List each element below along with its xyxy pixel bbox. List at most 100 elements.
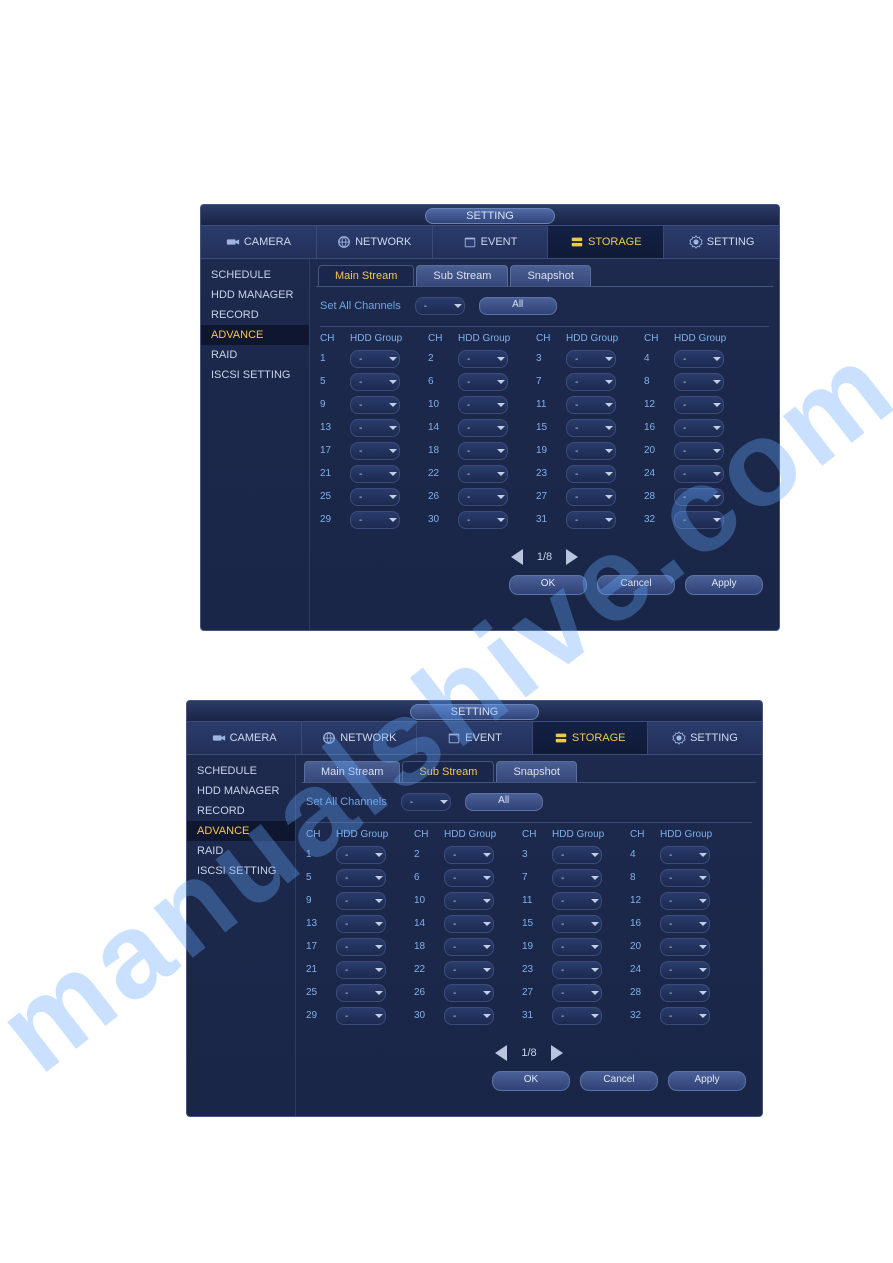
nav-tab-storage[interactable]: STORAGE bbox=[548, 226, 664, 258]
hdd-group-select[interactable]: - bbox=[552, 846, 602, 864]
hdd-group-select[interactable]: - bbox=[350, 396, 400, 414]
all-button[interactable]: All bbox=[479, 297, 557, 315]
hdd-group-select[interactable]: - bbox=[674, 465, 724, 483]
cancel-button[interactable]: Cancel bbox=[580, 1071, 658, 1091]
hdd-group-select[interactable]: - bbox=[552, 984, 602, 1002]
hdd-group-select[interactable]: - bbox=[566, 373, 616, 391]
hdd-group-select[interactable]: - bbox=[660, 869, 710, 887]
hdd-group-select[interactable]: - bbox=[674, 350, 724, 368]
hdd-group-select[interactable]: - bbox=[336, 846, 386, 864]
hdd-group-select[interactable]: - bbox=[552, 961, 602, 979]
hdd-group-select[interactable]: - bbox=[444, 846, 494, 864]
hdd-group-select[interactable]: - bbox=[350, 350, 400, 368]
hdd-group-select[interactable]: - bbox=[552, 892, 602, 910]
sidebar-item-raid[interactable]: RAID bbox=[187, 841, 295, 861]
hdd-group-select[interactable]: - bbox=[552, 938, 602, 956]
hdd-group-select[interactable]: - bbox=[660, 846, 710, 864]
hdd-group-select[interactable]: - bbox=[458, 511, 508, 529]
nav-tab-camera[interactable]: CAMERA bbox=[187, 722, 302, 754]
hdd-group-select[interactable]: - bbox=[458, 465, 508, 483]
hdd-group-select[interactable]: - bbox=[336, 915, 386, 933]
hdd-group-select[interactable]: - bbox=[566, 511, 616, 529]
subtab-sub stream[interactable]: Sub Stream bbox=[416, 265, 508, 286]
hdd-group-select[interactable]: - bbox=[458, 373, 508, 391]
prev-page-icon[interactable] bbox=[511, 549, 523, 565]
hdd-group-select[interactable]: - bbox=[336, 892, 386, 910]
hdd-group-select[interactable]: - bbox=[674, 419, 724, 437]
prev-page-icon[interactable] bbox=[495, 1045, 507, 1061]
nav-tab-event[interactable]: EVENT bbox=[417, 722, 532, 754]
sidebar-item-record[interactable]: RECORD bbox=[201, 305, 309, 325]
hdd-group-select[interactable]: - bbox=[566, 465, 616, 483]
subtab-main stream[interactable]: Main Stream bbox=[304, 761, 400, 782]
hdd-group-select[interactable]: - bbox=[458, 488, 508, 506]
hdd-group-select[interactable]: - bbox=[350, 373, 400, 391]
hdd-group-select[interactable]: - bbox=[415, 297, 465, 315]
hdd-group-select[interactable]: - bbox=[350, 465, 400, 483]
hdd-group-select[interactable]: - bbox=[566, 350, 616, 368]
next-page-icon[interactable] bbox=[566, 549, 578, 565]
subtab-sub stream[interactable]: Sub Stream bbox=[402, 761, 494, 782]
hdd-group-select[interactable]: - bbox=[566, 396, 616, 414]
hdd-group-select[interactable]: - bbox=[660, 915, 710, 933]
sidebar-item-iscsi setting[interactable]: ISCSI SETTING bbox=[187, 861, 295, 881]
apply-button[interactable]: Apply bbox=[685, 575, 763, 595]
hdd-group-select[interactable]: - bbox=[660, 984, 710, 1002]
hdd-group-select[interactable]: - bbox=[444, 938, 494, 956]
hdd-group-select[interactable]: - bbox=[660, 938, 710, 956]
nav-tab-camera[interactable]: CAMERA bbox=[201, 226, 317, 258]
nav-tab-storage[interactable]: STORAGE bbox=[533, 722, 648, 754]
hdd-group-select[interactable]: - bbox=[350, 419, 400, 437]
hdd-group-select[interactable]: - bbox=[660, 1007, 710, 1025]
next-page-icon[interactable] bbox=[551, 1045, 563, 1061]
hdd-group-select[interactable]: - bbox=[444, 1007, 494, 1025]
sidebar-item-record[interactable]: RECORD bbox=[187, 801, 295, 821]
hdd-group-select[interactable]: - bbox=[444, 915, 494, 933]
hdd-group-select[interactable]: - bbox=[350, 511, 400, 529]
cancel-button[interactable]: Cancel bbox=[597, 575, 675, 595]
sidebar-item-iscsi setting[interactable]: ISCSI SETTING bbox=[201, 365, 309, 385]
hdd-group-select[interactable]: - bbox=[566, 419, 616, 437]
nav-tab-network[interactable]: NETWORK bbox=[302, 722, 417, 754]
sidebar-item-schedule[interactable]: SCHEDULE bbox=[187, 761, 295, 781]
ok-button[interactable]: OK bbox=[509, 575, 587, 595]
subtab-snapshot[interactable]: Snapshot bbox=[510, 265, 590, 286]
hdd-group-select[interactable]: - bbox=[552, 915, 602, 933]
hdd-group-select[interactable]: - bbox=[401, 793, 451, 811]
sidebar-item-schedule[interactable]: SCHEDULE bbox=[201, 265, 309, 285]
sidebar-item-hdd manager[interactable]: HDD MANAGER bbox=[201, 285, 309, 305]
hdd-group-select[interactable]: - bbox=[674, 488, 724, 506]
subtab-main stream[interactable]: Main Stream bbox=[318, 265, 414, 286]
hdd-group-select[interactable]: - bbox=[458, 350, 508, 368]
nav-tab-setting[interactable]: SETTING bbox=[648, 722, 762, 754]
hdd-group-select[interactable]: - bbox=[444, 984, 494, 1002]
ok-button[interactable]: OK bbox=[492, 1071, 570, 1091]
hdd-group-select[interactable]: - bbox=[444, 892, 494, 910]
hdd-group-select[interactable]: - bbox=[350, 442, 400, 460]
all-button[interactable]: All bbox=[465, 793, 543, 811]
hdd-group-select[interactable]: - bbox=[674, 511, 724, 529]
hdd-group-select[interactable]: - bbox=[444, 869, 494, 887]
hdd-group-select[interactable]: - bbox=[660, 961, 710, 979]
hdd-group-select[interactable]: - bbox=[458, 442, 508, 460]
subtab-snapshot[interactable]: Snapshot bbox=[496, 761, 576, 782]
apply-button[interactable]: Apply bbox=[668, 1071, 746, 1091]
hdd-group-select[interactable]: - bbox=[674, 442, 724, 460]
hdd-group-select[interactable]: - bbox=[458, 396, 508, 414]
sidebar-item-hdd manager[interactable]: HDD MANAGER bbox=[187, 781, 295, 801]
nav-tab-network[interactable]: NETWORK bbox=[317, 226, 433, 258]
hdd-group-select[interactable]: - bbox=[566, 442, 616, 460]
hdd-group-select[interactable]: - bbox=[336, 984, 386, 1002]
hdd-group-select[interactable]: - bbox=[336, 938, 386, 956]
hdd-group-select[interactable]: - bbox=[444, 961, 494, 979]
hdd-group-select[interactable]: - bbox=[674, 373, 724, 391]
hdd-group-select[interactable]: - bbox=[336, 961, 386, 979]
hdd-group-select[interactable]: - bbox=[336, 1007, 386, 1025]
sidebar-item-advance[interactable]: ADVANCE bbox=[187, 821, 295, 841]
hdd-group-select[interactable]: - bbox=[552, 869, 602, 887]
hdd-group-select[interactable]: - bbox=[458, 419, 508, 437]
hdd-group-select[interactable]: - bbox=[336, 869, 386, 887]
hdd-group-select[interactable]: - bbox=[674, 396, 724, 414]
hdd-group-select[interactable]: - bbox=[350, 488, 400, 506]
nav-tab-event[interactable]: EVENT bbox=[433, 226, 549, 258]
